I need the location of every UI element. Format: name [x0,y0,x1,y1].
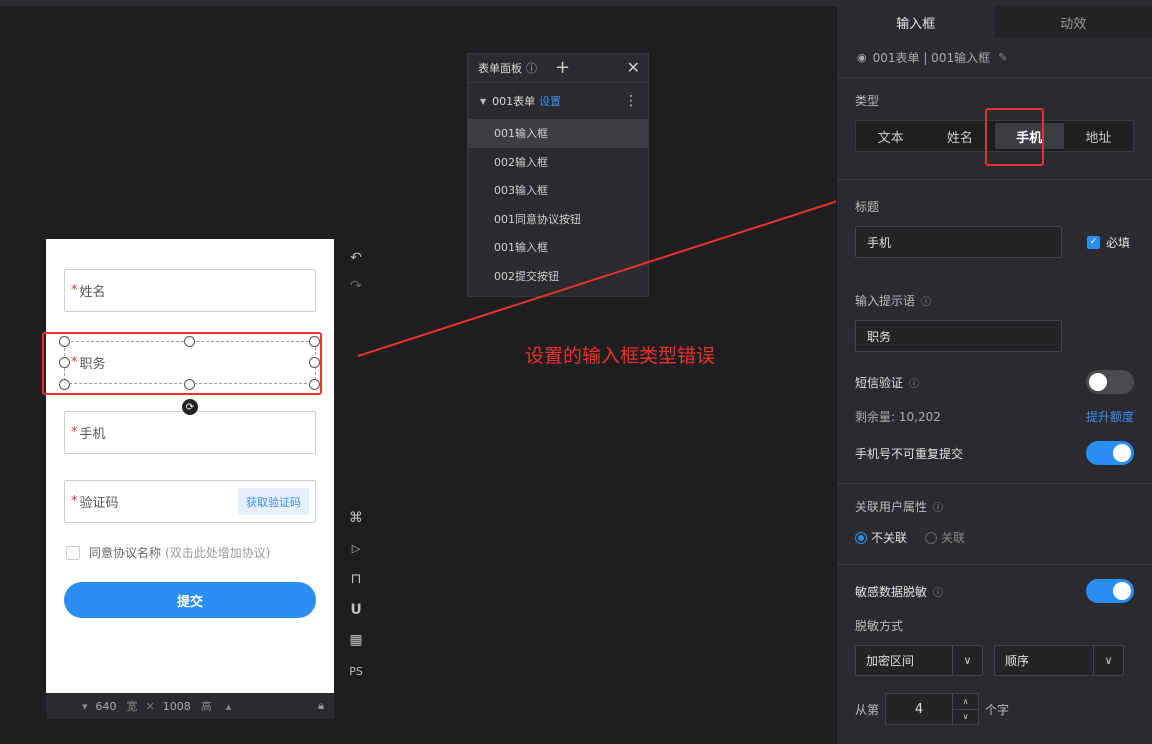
help-icon[interactable]: ⓘ [921,293,931,308]
breadcrumb-text: 001表单 | 001输入框 [872,51,991,65]
method-row: 加密区间 ∨ 顺序 ∨ [855,645,1134,676]
link-user-section: 关联用户属性 ⓘ 不关联 关联 [837,483,1152,564]
upgrade-quota-link[interactable]: 提升额度 [1086,408,1134,425]
desensitize-section: 敏感数据脱敏 ⓘ 脱敏方式 加密区间 ∨ 顺序 ∨ 从第 4 ∧ ∨ 个字 [837,564,1152,725]
from-stepper[interactable]: 4 ∧ ∨ [885,693,980,725]
desensitize-label: 敏感数据脱敏 [855,584,928,599]
sms-verify-label: 短信验证 [855,375,904,390]
field-settings: 标题 手机 ✓ 必填 输入提示语 ⓘ 职务 短信验证 ⓘ 剩余量: 10,202… [837,180,1152,483]
remaining-text: 剩余量: 10,202 [855,410,941,424]
help-icon[interactable]: ⓘ [909,375,919,390]
desensitize-method-label: 脱敏方式 [855,619,904,633]
no-repeat-row: 手机号不可重复提交 [855,441,1134,483]
placeholder-input[interactable]: 职务 [855,320,1062,352]
radio-link-label[interactable]: 关联 [941,529,965,546]
type-highlight-box [985,108,1044,166]
unit-label: 个字 [985,702,1010,717]
link-user-label: 关联用户属性 [855,500,928,514]
link-user-radios: 不关联 关联 [855,529,1134,546]
placeholder-label-row: 输入提示语 ⓘ [855,292,1134,309]
desensitize-toggle[interactable] [1086,579,1134,603]
from-label: 从第 [855,702,880,717]
help-icon[interactable]: ⓘ [933,584,943,599]
radio-link[interactable] [925,531,938,544]
help-icon[interactable]: ⓘ [933,499,943,514]
stepper-arrows: ∧ ∨ [952,694,979,725]
chevron-down-icon[interactable]: ∨ [952,646,982,675]
method-select-value: 加密区间 [866,654,915,668]
sidebar-tabs: 输入框 动效 [837,6,1152,38]
desensitize-row: 敏感数据脱敏 ⓘ [855,579,1134,603]
toggle-knob [1089,373,1107,391]
order-select[interactable]: 顺序 ∨ [994,645,1124,676]
edit-icon[interactable]: ✎ [998,51,1007,64]
from-row: 从第 4 ∧ ∨ 个字 [855,693,1134,725]
remaining-row: 剩余量: 10,202 提升额度 [855,408,1134,425]
chevron-down-icon[interactable]: ∨ [953,710,978,725]
order-select-value: 顺序 [1005,654,1030,668]
chevron-down-icon[interactable]: ∨ [1093,646,1123,675]
required-checkbox[interactable]: ✓ [1087,235,1100,249]
sms-verify-toggle[interactable] [1086,370,1134,394]
breadcrumb: ◉ 001表单 | 001输入框 ✎ [837,38,1152,78]
method-select[interactable]: 加密区间 ∨ [855,645,983,676]
title-label: 标题 [855,200,880,214]
radio-no-link-label[interactable]: 不关联 [871,529,907,546]
location-pin-icon: ◉ [857,51,867,64]
placeholder-label: 输入提示语 [855,294,916,308]
title-row: 手机 ✓ 必填 [855,226,1134,258]
title-input[interactable]: 手机 [855,226,1062,258]
no-repeat-toggle[interactable] [1086,441,1134,465]
toggle-knob [1113,444,1131,462]
type-option-text[interactable]: 文本 [856,121,925,151]
radio-no-link[interactable] [855,531,867,544]
link-user-label-row: 关联用户属性 ⓘ [855,498,1134,515]
tab-animation[interactable]: 动效 [995,6,1152,38]
toggle-knob [1113,582,1131,600]
chevron-up-icon[interactable]: ∧ [953,694,979,710]
sms-verify-row: 短信验证 ⓘ [855,370,1134,394]
type-label: 类型 [855,94,880,108]
type-option-address[interactable]: 地址 [1064,121,1133,151]
required-label: 必填 [1106,235,1131,250]
no-repeat-label: 手机号不可重复提交 [855,446,964,461]
tab-input[interactable]: 输入框 [837,6,995,38]
